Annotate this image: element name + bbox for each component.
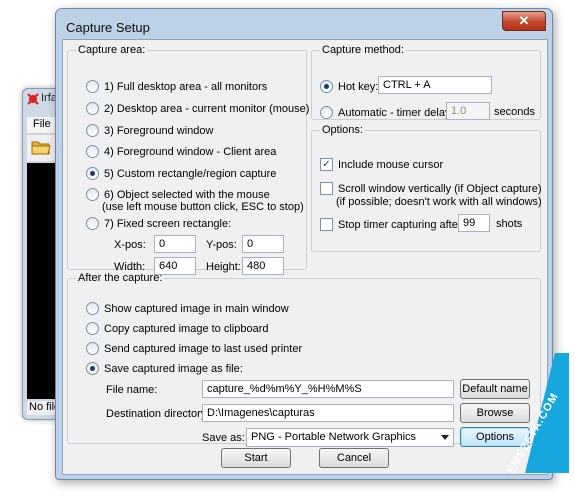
hotkey-option[interactable]: Hot key:: [320, 80, 378, 93]
option-label: 4) Foreground window - Client area: [104, 145, 277, 158]
after-capture-legend: After the capture:: [78, 272, 163, 284]
capture-area-option-3[interactable]: 3) Foreground window: [86, 124, 213, 137]
close-button[interactable]: ✕: [502, 11, 546, 31]
after-option-save[interactable]: Save captured image as file:: [86, 362, 243, 375]
capture-area-option-4[interactable]: 4) Foreground window - Client area: [86, 145, 276, 158]
hotkey-input[interactable]: CTRL + A: [378, 76, 492, 94]
cancel-button[interactable]: Cancel: [319, 448, 389, 468]
option-label: Scroll window vertically (if Object capt…: [338, 182, 542, 195]
radio-button[interactable]: [86, 80, 99, 93]
scroll-window-hint: (if possible; doesn't work with all wind…: [336, 196, 542, 208]
option-label: Copy captured image to clipboard: [104, 322, 269, 335]
ypos-label: Y-pos:: [206, 239, 237, 251]
start-button[interactable]: Start: [221, 448, 291, 468]
options-legend: Options:: [322, 124, 363, 136]
capture-area-option-2[interactable]: 2) Desktop area - current monitor (mouse…: [86, 102, 309, 115]
shots-label: shots: [496, 218, 523, 230]
radio-button[interactable]: [86, 342, 99, 355]
save-as-value: PNG - Portable Network Graphics: [251, 431, 417, 443]
option-label: Hot key:: [338, 80, 379, 93]
option-label: Save captured image as file:: [104, 362, 243, 375]
after-option-clipboard[interactable]: Copy captured image to clipboard: [86, 322, 268, 335]
irfanview-logo-icon: [27, 93, 39, 105]
destination-label: Destination directory:: [106, 408, 210, 420]
after-capture-group: After the capture: Show captured image i…: [67, 272, 541, 447]
xpos-label: X-pos:: [114, 239, 146, 251]
option-label: 1) Full desktop area - all monitors: [104, 80, 268, 93]
menu-file[interactable]: File: [33, 118, 51, 130]
option-label: Show captured image in main window: [104, 302, 289, 315]
include-cursor-option[interactable]: ✓ Include mouse cursor: [320, 158, 443, 171]
radio-button[interactable]: [86, 124, 99, 137]
checkbox[interactable]: [320, 182, 333, 195]
destination-input[interactable]: D:\Imagenes\capturas: [202, 404, 454, 422]
dialog-title: Capture Setup: [66, 20, 150, 35]
option-label: Stop timer capturing after:: [338, 218, 465, 231]
capture-area-option-6[interactable]: 6) Object selected with the mouse: [86, 188, 270, 201]
dialog-client: Capture area: 1) Full desktop area - all…: [62, 39, 548, 475]
stop-timer-input[interactable]: 99: [458, 214, 490, 232]
stop-timer-option[interactable]: Stop timer capturing after:: [320, 218, 465, 231]
capture-setup-dialog: Capture Setup ✕ Capture area: 1) Full de…: [55, 8, 553, 480]
checkbox-checked[interactable]: ✓: [320, 158, 333, 171]
options-group: Options: ✓ Include mouse cursor Scroll wi…: [311, 124, 542, 252]
file-name-input[interactable]: capture_%d%m%Y_%H%M%S: [202, 380, 454, 398]
option-label: Automatic - timer delay:: [338, 106, 454, 119]
capture-area-option-7[interactable]: 7) Fixed screen rectangle:: [86, 217, 231, 230]
save-as-dropdown[interactable]: PNG - Portable Network Graphics: [246, 428, 454, 447]
radio-button[interactable]: [86, 102, 99, 115]
radio-button[interactable]: [86, 145, 99, 158]
capture-area-option-5[interactable]: 5) Custom rectangle/region capture: [86, 167, 276, 180]
capture-area-legend: Capture area:: [78, 44, 146, 56]
option-label: 5) Custom rectangle/region capture: [104, 167, 277, 180]
seconds-label: seconds: [494, 106, 535, 118]
ypos-input[interactable]: 0: [242, 235, 284, 253]
checkbox[interactable]: [320, 218, 333, 231]
capture-method-group: Capture method: Hot key: CTRL + A Automa…: [311, 44, 541, 120]
radio-button[interactable]: [86, 217, 99, 230]
option-label: Send captured image to last used printer: [104, 342, 303, 355]
browse-button[interactable]: Browse: [460, 403, 530, 423]
open-folder-icon[interactable]: [31, 139, 51, 155]
radio-button[interactable]: [86, 322, 99, 335]
option-6-hint: (use left mouse button click, ESC to sto…: [102, 201, 304, 213]
capture-area-option-1[interactable]: 1) Full desktop area - all monitors: [86, 80, 267, 93]
scroll-window-option[interactable]: Scroll window vertically (if Object capt…: [320, 182, 542, 195]
capture-method-legend: Capture method:: [322, 44, 404, 56]
option-label: 7) Fixed screen rectangle:: [104, 217, 232, 230]
after-option-printer[interactable]: Send captured image to last used printer: [86, 342, 302, 355]
xpos-input[interactable]: 0: [154, 235, 196, 253]
radio-button[interactable]: [86, 188, 99, 201]
radio-button-selected[interactable]: [86, 362, 99, 375]
radio-button[interactable]: [320, 106, 333, 119]
radio-button-selected[interactable]: [86, 167, 99, 180]
radio-button-selected[interactable]: [320, 80, 333, 93]
timer-delay-input[interactable]: 1.0: [446, 102, 490, 120]
option-label: 2) Desktop area - current monitor (mouse…: [104, 102, 310, 115]
save-as-label: Save as:: [202, 432, 245, 444]
default-name-button[interactable]: Default name: [460, 379, 530, 399]
file-name-label: File name:: [106, 384, 158, 396]
capture-area-group: Capture area: 1) Full desktop area - all…: [67, 44, 309, 275]
radio-button[interactable]: [86, 302, 99, 315]
option-label: Include mouse cursor: [338, 158, 444, 171]
automatic-option[interactable]: Automatic - timer delay:: [320, 106, 454, 119]
chevron-down-icon: [441, 435, 449, 440]
option-label: 6) Object selected with the mouse: [104, 188, 270, 201]
after-option-show[interactable]: Show captured image in main window: [86, 302, 289, 315]
option-label: 3) Foreground window: [104, 124, 214, 137]
